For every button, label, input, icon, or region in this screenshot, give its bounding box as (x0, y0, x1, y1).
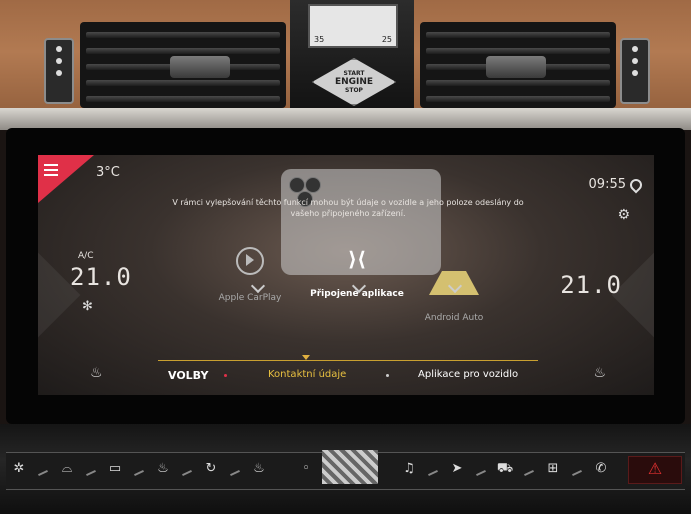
vent-knob-right[interactable] (486, 56, 546, 78)
rear-defrost-icon[interactable]: ▭ (100, 456, 130, 482)
ds-logo-icon: ⟩⟨ (347, 247, 367, 271)
recirculation-icon[interactable]: ↻ (196, 456, 226, 482)
selected-caret-icon (302, 355, 310, 360)
apple-carplay-button[interactable]: Apple CarPlay (190, 247, 310, 303)
clock-right-label: 25 (381, 35, 392, 44)
menu-icon (44, 161, 58, 179)
tab-divider-line (158, 360, 538, 361)
vent-control-right[interactable] (620, 38, 650, 104)
volby-tab[interactable]: VOLBY (168, 369, 208, 382)
navigation-icon[interactable]: ➤ (442, 456, 472, 482)
fan-speed-icon[interactable]: ✻ (82, 299, 93, 314)
privacy-notice: V rámci vylepšování těchto funkcí mohou … (172, 198, 524, 218)
hazard-icon[interactable]: ⚠ (628, 456, 682, 484)
outside-temperature: 3°C (96, 165, 120, 180)
music-icon[interactable]: ♫ (394, 456, 424, 482)
location-icon (627, 176, 645, 194)
android-auto-label: Android Auto (424, 313, 484, 323)
clock-time: 09:55 (588, 177, 626, 192)
clock-left-label: 35 (314, 35, 325, 44)
vent-knob-left[interactable] (170, 56, 230, 78)
start-label: START (343, 70, 365, 77)
chrome-trim (0, 108, 691, 130)
heated-seat-off-icon[interactable]: ♨ (148, 456, 178, 482)
driver-seat-heat-icon[interactable]: ♨ (90, 365, 103, 381)
engine-label: ENGINE (334, 77, 374, 87)
front-defrost-icon[interactable]: ⌓ (52, 456, 82, 482)
apple-carplay-label: Apple CarPlay (218, 293, 282, 303)
knob-icon[interactable]: ◦ (292, 456, 320, 482)
analog-clock: 35 25 (308, 4, 398, 48)
stop-label: STOP (345, 87, 363, 94)
ac-label[interactable]: A/C (78, 251, 93, 261)
menu-button[interactable] (38, 155, 94, 203)
separator-dot (386, 374, 389, 377)
apps-grid-icon[interactable]: ⊞ (538, 456, 568, 482)
play-icon (236, 247, 264, 275)
air-vent-left (80, 22, 286, 108)
settings-gear-icon[interactable]: ⚙ (617, 207, 630, 223)
kontaktni-udaje-tab[interactable]: Kontaktní údaje (268, 369, 346, 380)
diamond-pattern-knob[interactable] (322, 450, 378, 484)
passenger-temperature[interactable]: 21.0 (560, 271, 622, 299)
driver-temperature[interactable]: 21.0 (70, 263, 132, 291)
car-icon[interactable]: ⛟ (490, 456, 520, 482)
phone-icon[interactable]: ✆ (586, 456, 616, 482)
aplikace-pro-vozidlo-tab[interactable]: Aplikace pro vozidlo (418, 369, 518, 380)
passenger-seat-heat-icon[interactable]: ♨ (593, 365, 606, 381)
seat-heat-icon[interactable]: ♨ (244, 456, 274, 482)
separator-dot (224, 374, 227, 377)
vent-control-left[interactable] (44, 38, 74, 104)
air-vent-right (420, 22, 616, 108)
fan-icon[interactable]: ✲ (4, 456, 34, 482)
infotainment-screen: 3°C 09:55 ⚙ V rámci vylepšování těchto f… (38, 155, 654, 395)
